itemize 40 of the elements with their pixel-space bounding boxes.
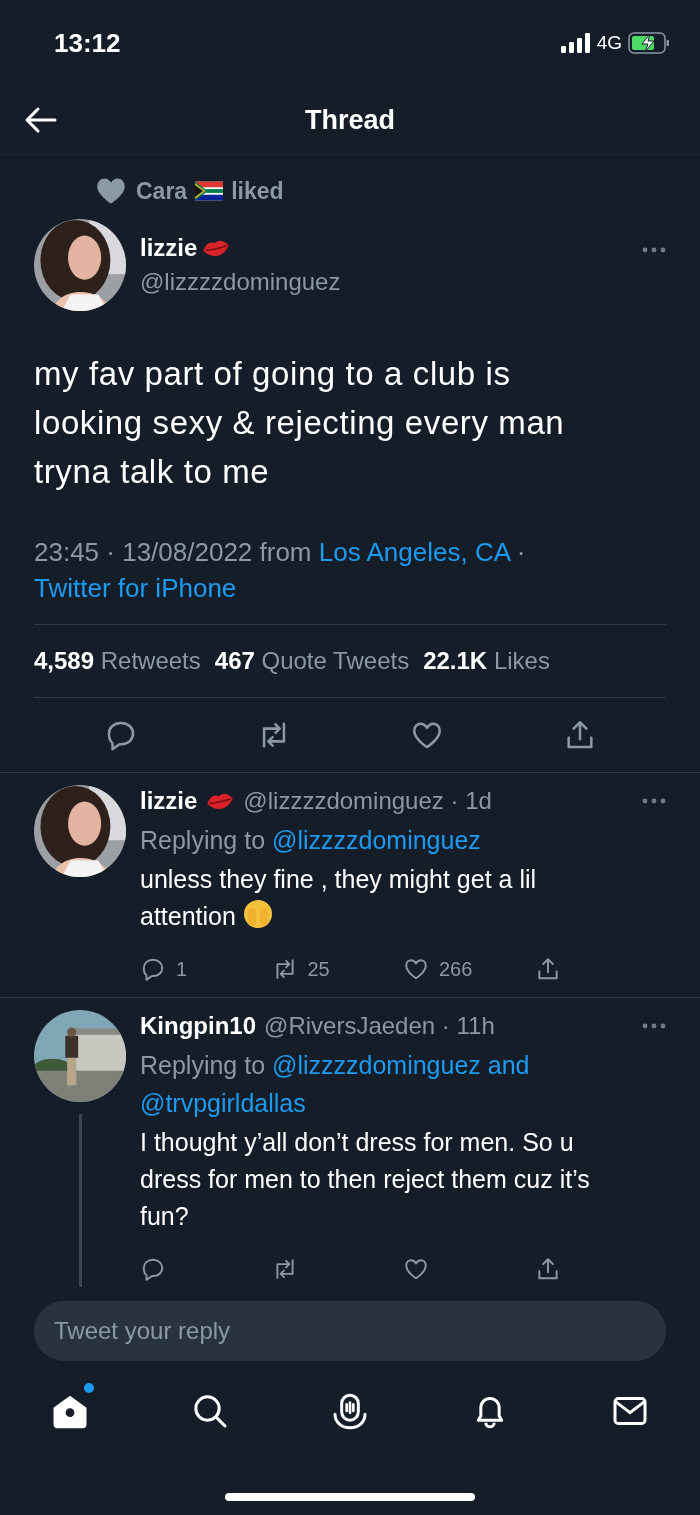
page-title: Thread xyxy=(305,104,395,136)
handle-age: @lizzzzdominguez · 1d xyxy=(243,787,492,815)
peeking-face-icon xyxy=(242,899,273,929)
user-handle[interactable]: @lizzzzdominguez xyxy=(140,268,628,296)
signal-icon xyxy=(560,33,591,53)
replying-to-text: Replying to @lizzzzdominguez and @trvpgirldallas xyxy=(140,1050,531,1119)
heart-icon xyxy=(403,956,429,982)
liked-by-text: Cara liked xyxy=(136,177,284,205)
stat-link[interactable]: 4,589 Retweets xyxy=(34,647,201,675)
display-name[interactable]: lizzie xyxy=(140,234,198,262)
more-icon[interactable] xyxy=(642,247,666,253)
source-link[interactable]: Twitter for iPhone xyxy=(34,573,237,603)
reply-input[interactable]: Tweet your reply xyxy=(34,1301,666,1361)
replying-to-text: Replying to @lizzzzdominguez xyxy=(140,825,482,856)
mention-link[interactable]: @trvpgirldallas xyxy=(140,1089,306,1117)
like-count: 266 xyxy=(439,957,473,981)
retweet-count: 25 xyxy=(307,957,330,981)
display-name[interactable]: lizzie xyxy=(140,787,198,815)
heart-icon xyxy=(403,1256,429,1282)
stat-link[interactable]: 467 Quote Tweets xyxy=(214,647,410,675)
display-name[interactable]: Kingpin10 xyxy=(140,1012,256,1040)
reply-count: 1 xyxy=(176,957,188,981)
network-label: 4G xyxy=(596,32,622,54)
reply-icon xyxy=(140,1256,166,1282)
flag-icon xyxy=(195,181,224,201)
more-icon[interactable] xyxy=(642,798,666,804)
mention-link[interactable]: @lizzzzdominguez and xyxy=(272,1051,530,1079)
heart-icon xyxy=(96,177,126,205)
location-link[interactable]: Los Angeles, CA xyxy=(318,537,510,567)
battery-charging-icon xyxy=(628,32,670,54)
tweet-meta: 23:45 · 13/08/2022 from Los Angeles, CA · Twitter for iPhone xyxy=(34,536,527,605)
more-icon[interactable] xyxy=(642,1023,666,1029)
handle-age: @RiversJaeden · 11h xyxy=(264,1012,495,1040)
reply-text: I thought y’all don’t dress for men. So u dress for men to then reject them cuz it’s fun? xyxy=(140,1127,591,1232)
reply-text: unless they fine , they might get a lil attention xyxy=(140,864,538,932)
stat-link[interactable]: 22.1K Likes xyxy=(423,647,550,675)
reply-icon xyxy=(140,956,166,982)
status-time: 13:12 xyxy=(54,27,121,59)
tweet-text: my fav part of going to a club is looking sexy & rejecting every man tryna talk to me xyxy=(34,354,566,492)
mention-link[interactable]: @lizzzzdominguez xyxy=(272,826,481,854)
